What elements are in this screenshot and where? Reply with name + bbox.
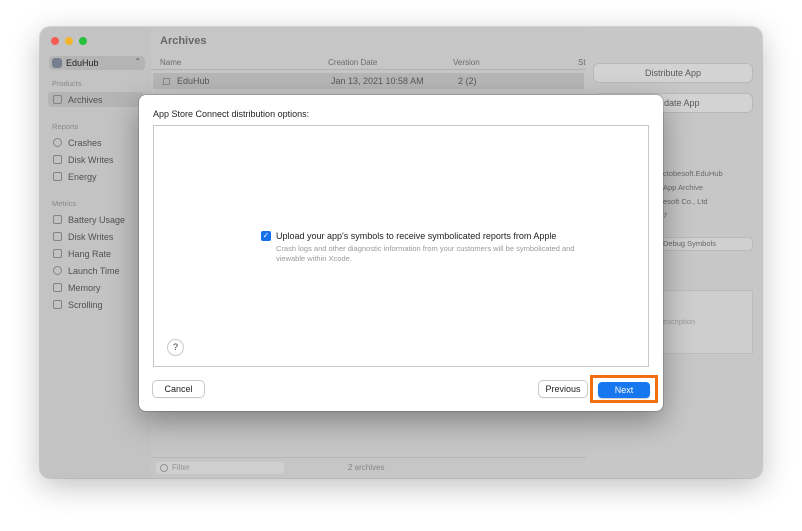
- next-button[interactable]: Next: [598, 382, 650, 398]
- help-button[interactable]: ?: [168, 340, 183, 355]
- upload-symbols-description: Crash logs and other diagnostic informat…: [276, 244, 575, 263]
- upload-symbols-label[interactable]: Upload your app's symbols to receive sym…: [276, 231, 556, 241]
- distribution-options-sheet: App Store Connect distribution options: …: [139, 95, 663, 411]
- previous-button[interactable]: Previous: [539, 381, 587, 397]
- cancel-button[interactable]: Cancel: [153, 381, 204, 397]
- options-content: ✓ Upload your app's symbols to receive s…: [153, 125, 649, 367]
- sheet-title: App Store Connect distribution options:: [153, 109, 310, 119]
- upload-symbols-checkbox[interactable]: ✓: [261, 231, 271, 241]
